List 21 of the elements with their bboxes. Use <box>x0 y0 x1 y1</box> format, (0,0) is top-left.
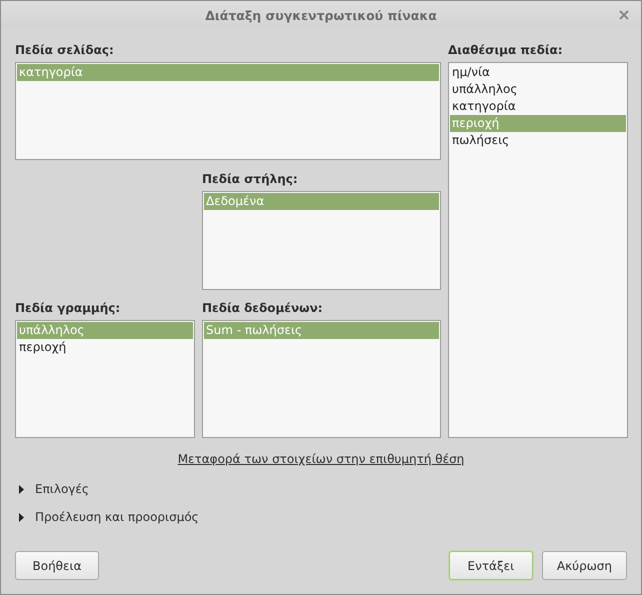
field-area-label: Πεδία γραμμής: <box>15 301 120 317</box>
field-area-label: Διαθέσιμα πεδία: <box>448 43 563 59</box>
expander-right-icon[interactable] <box>19 512 25 522</box>
list-item[interactable]: ημ/νία <box>450 64 626 81</box>
field-list[interactable]: ημ/νία υπάλληλος κατηγορία περιοχή πωλήσεις <box>448 62 628 438</box>
expander-label[interactable]: Προέλευση και προορισμός <box>35 510 199 524</box>
field-list[interactable]: υπάλληλος περιοχή <box>15 320 195 438</box>
list-item[interactable]: κατηγορία <box>450 98 626 115</box>
expander-label[interactable]: Επιλογές <box>35 482 89 496</box>
dialog-button[interactable]: Εντάξει <box>448 551 533 580</box>
dialog-button[interactable]: Βοήθεια <box>15 551 99 580</box>
window-title: Διάταξη συγκεντρωτικού πίνακα <box>205 8 437 22</box>
dialog-button[interactable]: Ακύρωση <box>542 551 627 580</box>
field-area-label: Πεδία σελίδας: <box>15 43 114 59</box>
list-item[interactable]: περιοχή <box>17 339 193 356</box>
list-item[interactable]: υπάλληλος <box>450 81 626 98</box>
hint-link[interactable]: Μεταφορά των στοιχείων στην επιθυμητή θέση <box>178 452 464 466</box>
expander-right-icon[interactable] <box>19 484 25 494</box>
list-item[interactable]: πωλήσεις <box>450 132 626 149</box>
field-area-label: Πεδία στήλης: <box>202 172 298 188</box>
field-area-label: Πεδία δεδομένων: <box>202 301 323 317</box>
